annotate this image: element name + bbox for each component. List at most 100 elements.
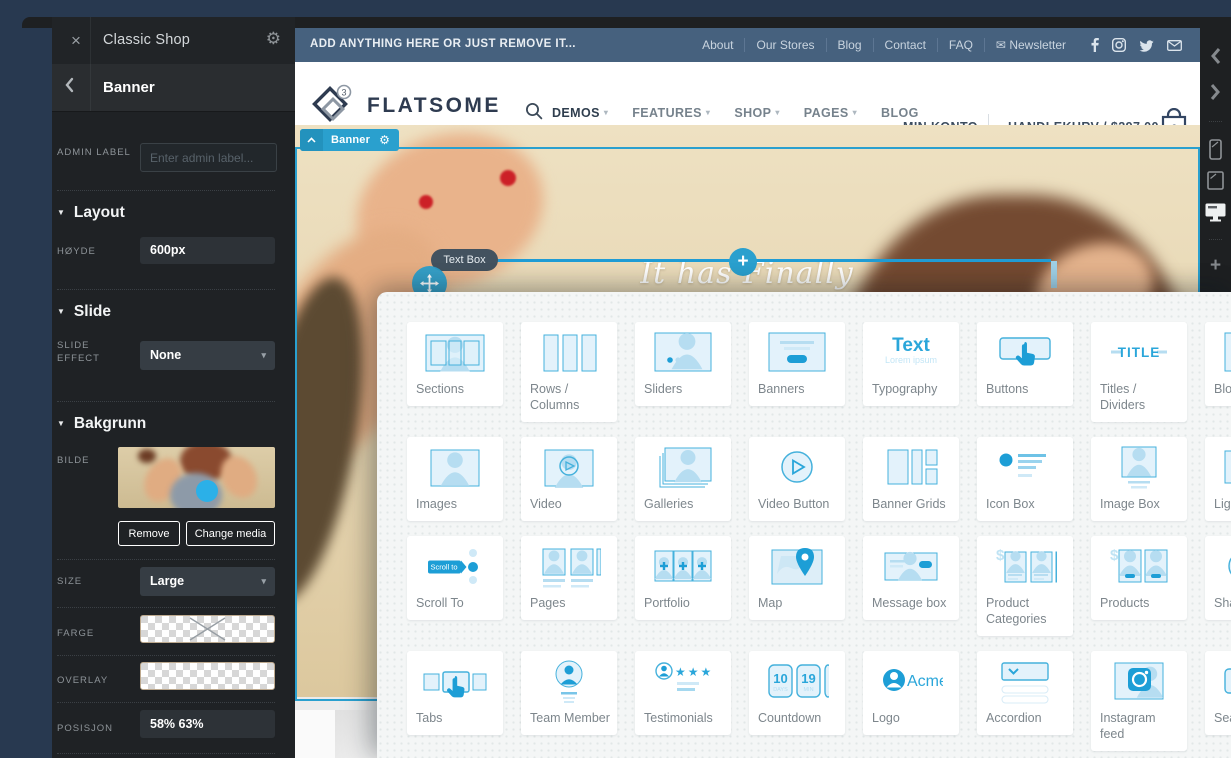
twitter-icon[interactable] [1139,39,1154,52]
thumb-detail [138,449,156,463]
add-element-button[interactable]: + [729,248,757,276]
site-logo[interactable]: 3 FLATSOME [310,84,501,128]
instagram-icon[interactable] [1112,38,1126,52]
tile-label: Sliders [635,376,731,406]
buttons-icon [993,330,1057,376]
tile-label: Image Box [1091,491,1187,521]
element-tile-sections[interactable]: Sections [407,322,503,406]
nav-item-features[interactable]: FEATURES▾ [632,106,710,120]
element-tile-product-categories[interactable]: $Product Categories [977,536,1073,636]
element-tile-icon-box[interactable]: Icon Box [977,437,1073,521]
element-tile-rows-columns[interactable]: Rows / Columns [521,322,617,422]
topbar-link-contact[interactable]: Contact [874,38,937,52]
email-icon[interactable] [1167,40,1182,51]
element-tile-galleries[interactable]: Galleries [635,437,731,521]
topbar-links: About Our Stores Blog Contact FAQ ✉ News… [691,28,1182,62]
section-slide[interactable]: ▼Slide [57,303,111,321]
element-tile-testimonials[interactable]: ★★★Testimonials [635,651,731,735]
element-tile-video[interactable]: Video [521,437,617,521]
element-tile-map[interactable]: Map [749,536,845,620]
element-tile-sea[interactable]: Sea [1205,651,1231,735]
nav-item-pages[interactable]: PAGES▾ [804,106,857,120]
topbar-message[interactable]: ADD ANYTHING HERE OR JUST REMOVE IT... [310,38,576,50]
back-chevron-icon[interactable] [64,77,88,99]
topbar-link-our-stores[interactable]: Our Stores [745,38,825,52]
collapse-chevron-icon[interactable] [300,129,323,151]
logo-icon: Acme [879,659,943,705]
element-tile-message-box[interactable]: Message box [863,536,959,620]
svg-text:MIN: MIN [803,687,813,693]
remove-button[interactable]: Remove [118,521,180,546]
message-box-icon [879,544,943,590]
divider [1209,239,1222,240]
element-tile-image-box[interactable]: Image Box [1091,437,1187,521]
element-tile-lig[interactable]: Lig [1205,437,1231,521]
search-icon[interactable] [525,102,543,120]
overlay-swatch[interactable] [140,662,275,690]
nav-item-demos[interactable]: DEMOS▾ [552,106,608,120]
element-tile-team-member[interactable]: Team Member [521,651,617,735]
element-tile-blo[interactable]: Blo [1205,322,1231,406]
chevron-left-icon[interactable] [1200,47,1231,70]
focal-point-dot[interactable] [196,480,218,502]
nav-item-blog[interactable]: BLOG [881,106,919,120]
admin-label-input[interactable] [141,144,276,171]
element-tile-images[interactable]: Images [407,437,503,521]
desktop-icon[interactable] [1200,203,1231,227]
section-background[interactable]: ▼Bakgrunn [57,415,146,433]
video-icon [537,445,601,491]
topbar-link-faq[interactable]: FAQ [938,38,984,52]
slide-effect-select[interactable]: None▾ [140,341,275,370]
tile-label: Titles / Dividers [1091,376,1187,422]
tablet-icon[interactable] [1200,171,1231,195]
size-select[interactable]: Large▾ [140,567,275,596]
nail-polish-dot [419,195,433,209]
height-field[interactable]: 600px [140,237,275,264]
element-tile-typography[interactable]: TextLorem ipsumTypography [863,322,959,406]
element-tile-sha-ico[interactable]: Sha ico [1205,536,1231,620]
element-tile-tabs[interactable]: Tabs [407,651,503,735]
testimonials-icon: ★★★ [651,659,715,705]
element-tile-instagram-feed[interactable]: Instagram feed [1091,651,1187,751]
element-tile-pages[interactable]: Pages [521,536,617,620]
change-media-button[interactable]: Change media [186,521,275,546]
element-tile-sliders[interactable]: Sliders [635,322,731,406]
element-tile-accordion[interactable]: Accordion [977,651,1073,735]
topbar-link-newsletter[interactable]: ✉ Newsletter [985,38,1077,52]
tile-label: Pages [521,590,617,620]
lightbox-fragment-icon [1221,445,1231,491]
element-tile-banners[interactable]: Banners [749,322,845,406]
topbar-link-blog[interactable]: Blog [827,38,873,52]
svg-text:Acme: Acme [907,673,943,690]
position-field[interactable]: 58% 63% [140,710,275,738]
move-arrows-icon [420,274,439,293]
svg-text:19: 19 [801,671,815,686]
phone-icon[interactable] [1200,139,1231,165]
element-tile-video-button[interactable]: Video Button [749,437,845,521]
element-tile-products[interactable]: $Products [1091,536,1187,620]
element-tile-buttons[interactable]: Buttons [977,322,1073,406]
element-tile-titles-dividers[interactable]: TITLETitles / Dividers [1091,322,1187,422]
chevron-down-icon: ▾ [261,341,266,370]
color-swatch[interactable] [140,615,275,643]
tile-label: Instagram feed [1091,705,1187,751]
plus-icon[interactable]: + [1200,255,1231,277]
gear-icon[interactable]: ⚙ [266,29,281,49]
element-tile-banner-grids[interactable]: Banner Grids [863,437,959,521]
topbar-link-about[interactable]: About [691,38,744,52]
chevron-right-icon[interactable] [1200,83,1231,106]
gear-icon[interactable]: ⚙ [378,133,399,147]
element-tile-portfolio[interactable]: Portfolio [635,536,731,620]
element-tile-scroll-to[interactable]: Scroll toScroll To [407,536,503,620]
nav-item-shop[interactable]: SHOP▾ [734,106,779,120]
scroll-to-icon: Scroll to [423,544,487,590]
close-icon[interactable]: × [62,30,90,52]
facebook-icon[interactable] [1091,38,1099,52]
tile-label: Typography [863,376,959,406]
background-image-thumbnail[interactable] [118,447,275,508]
element-tile-grid: SectionsRows / Columns Sliders BannersText… [407,322,1231,751]
element-chip-banner[interactable]: Banner ⚙ [300,129,399,151]
section-layout[interactable]: ▼Layout [57,204,125,222]
element-tile-countdown[interactable]: 10DAYS19MINCountdown [749,651,845,735]
element-tile-logo[interactable]: AcmeLogo [863,651,959,735]
